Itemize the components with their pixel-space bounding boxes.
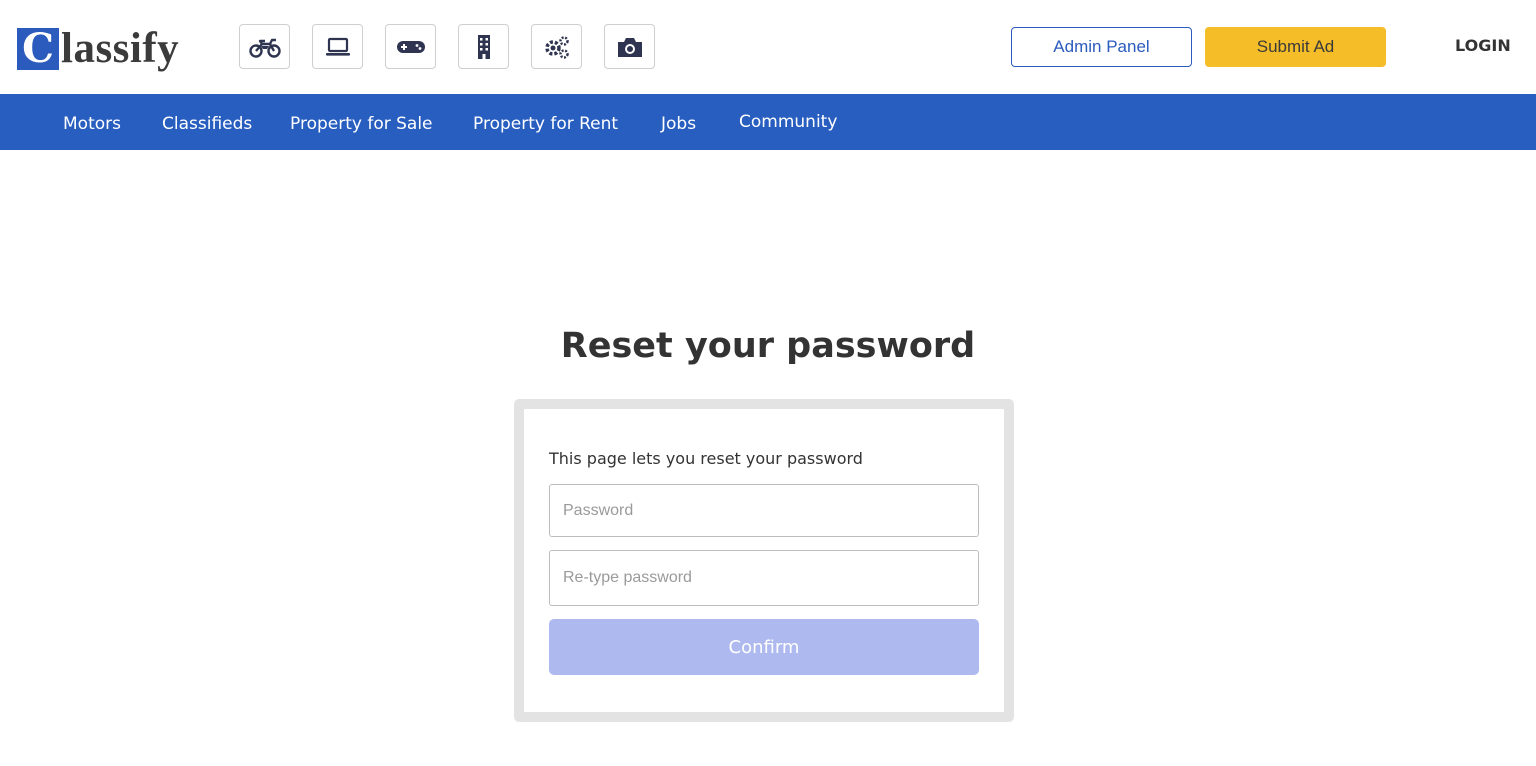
reset-form-card: This page lets you reset your password C… <box>514 399 1014 722</box>
category-gaming-button[interactable] <box>385 24 436 69</box>
motorcycle-icon <box>248 38 281 58</box>
category-services-button[interactable] <box>531 24 582 69</box>
camera-icon <box>617 37 642 57</box>
gamepad-icon <box>396 40 425 53</box>
gears-icon <box>544 35 569 59</box>
retype-password-input[interactable] <box>549 550 979 606</box>
category-icon-bar <box>239 24 677 69</box>
site-logo[interactable]: C lassify <box>17 22 179 76</box>
nav-item-community[interactable]: Community <box>739 94 837 150</box>
top-header: C lassify Admin Panel Submit Ad LOGIN <box>0 0 1536 94</box>
laptop-icon <box>325 37 350 56</box>
logo-wordmark: lassify <box>61 25 180 72</box>
nav-item-jobs[interactable]: Jobs <box>661 94 696 150</box>
admin-panel-button[interactable]: Admin Panel <box>1011 27 1192 67</box>
confirm-button[interactable]: Confirm <box>549 619 979 675</box>
form-description: This page lets you reset your password <box>549 449 863 468</box>
password-input[interactable] <box>549 484 979 537</box>
main-nav: Motors Classifieds Property for Sale Pro… <box>0 94 1536 150</box>
category-motors-button[interactable] <box>239 24 290 69</box>
category-photography-button[interactable] <box>604 24 655 69</box>
nav-item-motors[interactable]: Motors <box>63 94 121 150</box>
nav-item-property-for-sale[interactable]: Property for Sale <box>290 94 433 150</box>
login-link[interactable]: LOGIN <box>1455 36 1511 55</box>
logo-mark: C <box>17 28 59 70</box>
category-electronics-button[interactable] <box>312 24 363 69</box>
submit-ad-button[interactable]: Submit Ad <box>1205 27 1386 67</box>
reset-form: This page lets you reset your password C… <box>524 409 1004 712</box>
nav-item-property-for-rent[interactable]: Property for Rent <box>473 94 618 150</box>
category-property-button[interactable] <box>458 24 509 69</box>
building-icon <box>477 34 490 59</box>
page-title: Reset your password <box>560 326 976 366</box>
nav-item-classifieds[interactable]: Classifieds <box>162 94 252 150</box>
